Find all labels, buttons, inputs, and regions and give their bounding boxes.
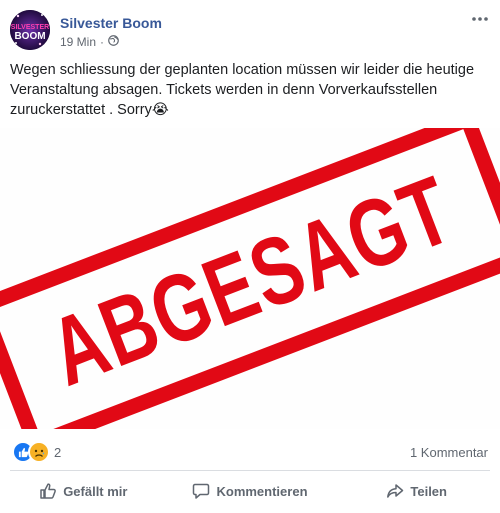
post-counts: 2 1 Kommentar: [0, 436, 500, 464]
avatar-text-2: BOOM: [14, 31, 45, 42]
comment-button-label: Kommentieren: [216, 483, 308, 499]
post-text: Wegen schliessung der geplanten location…: [10, 62, 475, 118]
avatar-logo-image: SILVESTER BOOM: [10, 10, 50, 50]
post-header: SILVESTER BOOM Silvester Boom 19 Min ·: [0, 0, 500, 60]
sad-icon: [28, 441, 50, 463]
comments-count[interactable]: 1 Kommentar: [410, 445, 488, 460]
post-actions: Gefällt mir Kommentieren Teilen: [0, 472, 500, 510]
share-button[interactable]: Teilen: [333, 472, 500, 510]
more-options-button[interactable]: [470, 12, 490, 26]
more-dots-icon: [472, 17, 488, 21]
share-button-label: Teilen: [410, 483, 447, 499]
reactions-summary[interactable]: 2: [12, 441, 61, 463]
facebook-post: SILVESTER BOOM Silvester Boom 19 Min · W: [0, 0, 500, 513]
thumbs-up-icon: [40, 483, 57, 499]
page-avatar[interactable]: SILVESTER BOOM: [10, 10, 50, 50]
post-image[interactable]: ABGESAGT: [0, 128, 500, 429]
comment-icon: [193, 483, 210, 499]
abgesagt-stamp-image: ABGESAGT: [0, 128, 500, 429]
like-button-label: Gefällt mir: [63, 483, 128, 499]
actions-divider: [10, 470, 490, 471]
post-time[interactable]: 19 Min: [60, 35, 96, 49]
post-meta: 19 Min ·: [60, 35, 119, 49]
reaction-count: 2: [54, 444, 62, 460]
like-button[interactable]: Gefällt mir: [0, 472, 167, 510]
avatar-text-1: SILVESTER: [11, 24, 49, 31]
meta-separator: ·: [100, 35, 105, 49]
page-name[interactable]: Silvester Boom: [60, 15, 162, 31]
comment-button[interactable]: Kommentieren: [167, 472, 334, 510]
share-icon: [387, 484, 404, 498]
globe-icon: [108, 35, 119, 49]
